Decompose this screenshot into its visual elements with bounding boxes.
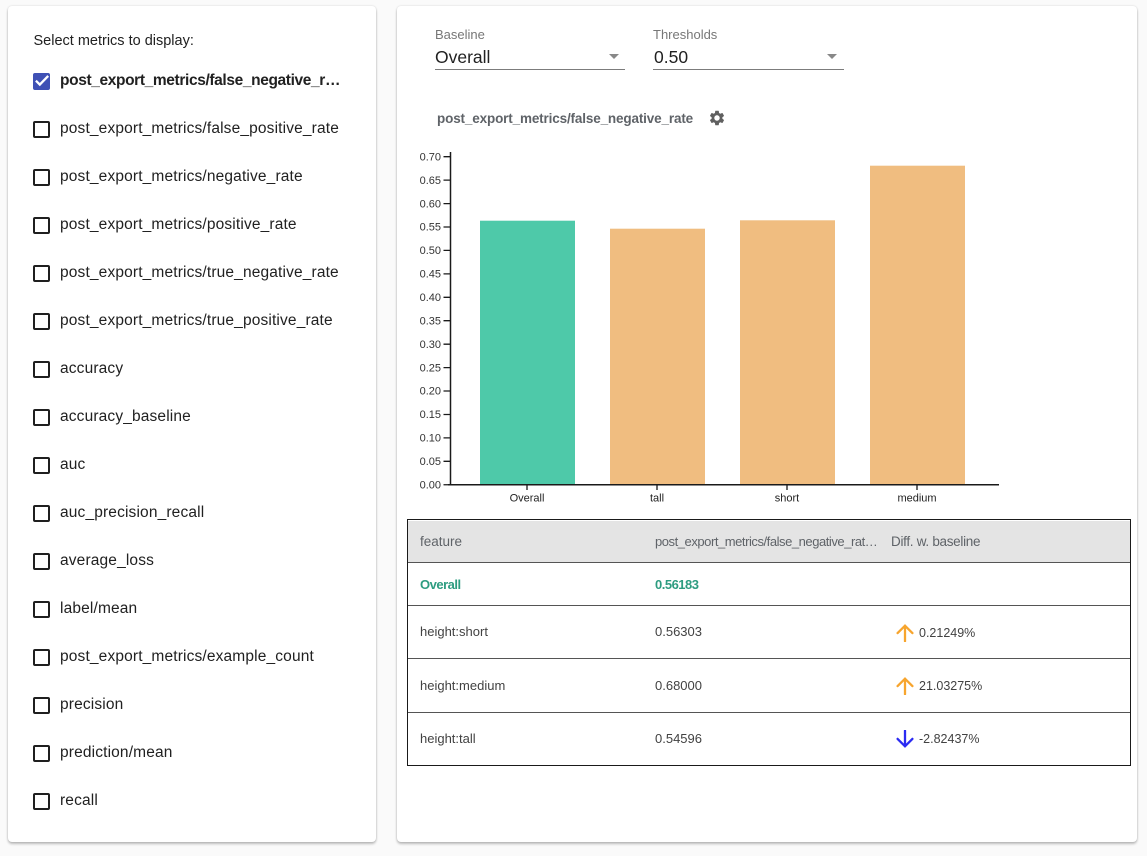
svg-text:0.35: 0.35: [420, 315, 441, 327]
svg-text:0.15: 0.15: [420, 409, 441, 421]
svg-text:0.60: 0.60: [420, 198, 441, 210]
svg-text:0.40: 0.40: [420, 292, 441, 304]
svg-text:0.05: 0.05: [420, 456, 441, 468]
svg-text:0.00: 0.00: [420, 479, 441, 491]
svg-text:tall: tall: [650, 493, 664, 505]
svg-text:short: short: [775, 493, 799, 505]
svg-text:0.50: 0.50: [420, 245, 441, 257]
svg-text:0.25: 0.25: [420, 362, 441, 374]
svg-text:0.45: 0.45: [420, 269, 441, 281]
svg-text:Overall: Overall: [510, 493, 545, 505]
svg-text:0.65: 0.65: [420, 175, 441, 187]
svg-text:0.20: 0.20: [420, 386, 441, 398]
svg-text:0.10: 0.10: [420, 433, 441, 445]
svg-text:0.70: 0.70: [420, 151, 441, 163]
svg-text:0.55: 0.55: [420, 222, 441, 234]
svg-text:medium: medium: [897, 493, 936, 505]
svg-text:0.30: 0.30: [420, 339, 441, 351]
